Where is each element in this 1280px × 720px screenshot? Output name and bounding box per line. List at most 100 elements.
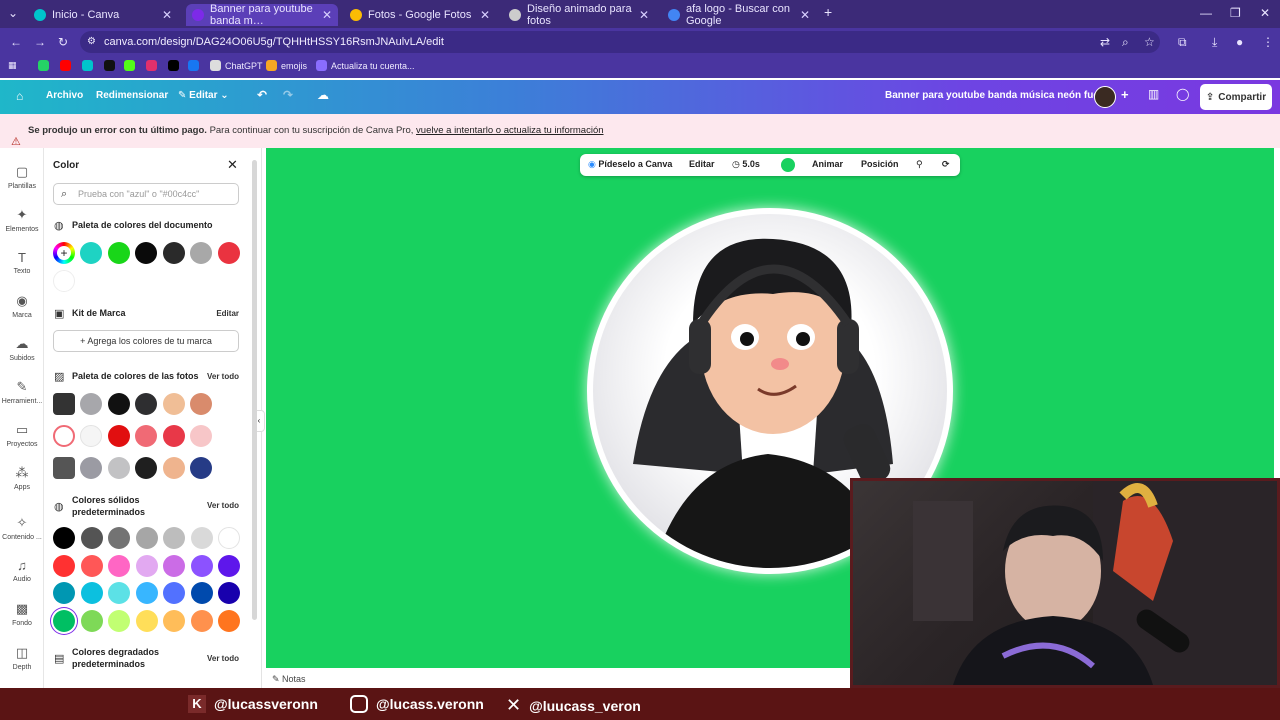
color-swatch[interactable]	[108, 609, 130, 632]
bookmark-facebook[interactable]	[188, 60, 199, 71]
color-swatch[interactable]	[190, 554, 213, 577]
tab-banner[interactable]: Banner para youtube banda m… ✕	[186, 3, 338, 27]
rail-audio[interactable]: ♫ Audio	[0, 558, 44, 583]
color-swatch[interactable]	[80, 393, 102, 415]
url-field[interactable]: ⚙ canva.com/design/DAG24O06U5g/TQHHtHSSY…	[80, 31, 1160, 53]
home-icon[interactable]: ⌂	[16, 89, 23, 103]
color-swatch[interactable]	[107, 393, 130, 415]
color-swatch[interactable]	[107, 242, 130, 264]
panel-scrollbar[interactable]	[252, 160, 257, 620]
color-swatch[interactable]	[135, 425, 157, 447]
color-swatch[interactable]	[135, 393, 157, 415]
color-swatch[interactable]	[163, 582, 185, 604]
photo-thumbnail[interactable]	[53, 393, 75, 415]
reload-icon[interactable]: ↻	[58, 35, 68, 49]
close-icon[interactable]: ✕	[639, 8, 649, 22]
rail-depth[interactable]: ◫ Depth	[0, 645, 44, 671]
swatch-white[interactable]	[53, 270, 75, 292]
close-window-icon[interactable]: ✕	[1260, 6, 1270, 20]
color-swatch[interactable]	[162, 242, 185, 264]
bookmark-youtube[interactable]	[60, 60, 71, 71]
background-color-button[interactable]	[781, 158, 795, 172]
file-menu[interactable]: Archivo	[46, 90, 83, 101]
extensions-icon[interactable]: ⧉	[1178, 35, 1187, 50]
restore-icon[interactable]: ❐	[1230, 6, 1241, 20]
rail-tools[interactable]: ✎ Herramient...	[0, 379, 44, 405]
profile-icon[interactable]: ●	[1236, 35, 1243, 49]
bookmark-emojis[interactable]: emojis	[266, 60, 307, 71]
color-swatch[interactable]	[135, 457, 157, 479]
edit-menu[interactable]: ✎ Editar ⌄	[178, 90, 229, 101]
bookmark-instagram[interactable]	[146, 60, 157, 71]
duration-button[interactable]: ◷ 5.0s	[732, 159, 760, 170]
see-all-gradient-link[interactable]: Ver todo	[207, 654, 239, 663]
close-icon[interactable]: ✕	[322, 8, 332, 22]
rail-text[interactable]: T Texto	[0, 250, 44, 275]
back-icon[interactable]: ←	[10, 35, 22, 49]
edit-button[interactable]: Editar	[689, 159, 715, 169]
close-icon[interactable]: ✕	[162, 8, 172, 22]
tab-animated-design[interactable]: Diseño animado para fotos ✕	[503, 3, 655, 27]
tab-canva-home[interactable]: Inicio - Canva ✕	[28, 4, 178, 26]
color-swatch[interactable]	[190, 527, 213, 549]
rail-projects[interactable]: ▭ Proyectos	[0, 422, 44, 448]
rail-apps[interactable]: ⁂ Apps	[0, 465, 44, 491]
position-button[interactable]: Posición	[861, 159, 899, 169]
color-swatch[interactable]	[135, 242, 157, 264]
undo-icon[interactable]: ↶	[257, 88, 267, 102]
color-swatch[interactable]	[80, 554, 103, 577]
add-color-button[interactable]: +	[53, 242, 75, 264]
color-swatch[interactable]	[190, 242, 212, 264]
bookmark-tiktok[interactable]	[104, 60, 115, 71]
color-search-input[interactable]: ⌕ Prueba con "azul" o "#00c4cc"	[53, 183, 239, 205]
color-swatch[interactable]	[107, 457, 130, 479]
color-swatch[interactable]	[162, 425, 185, 447]
brand-edit-link[interactable]: Editar	[216, 309, 239, 318]
color-swatch[interactable]	[163, 609, 185, 632]
paint-format-icon[interactable]: ⚲	[916, 159, 923, 170]
close-icon[interactable]: ✕	[227, 157, 238, 173]
resize-menu[interactable]: Redimensionar	[96, 90, 168, 101]
color-swatch[interactable]	[218, 609, 240, 632]
see-all-photos-link[interactable]: Ver todo	[207, 372, 239, 381]
color-swatch[interactable]	[135, 609, 158, 632]
color-swatch[interactable]	[163, 554, 185, 577]
color-swatch[interactable]	[80, 457, 102, 479]
bookmark-whatsapp[interactable]	[38, 60, 49, 71]
rail-templates[interactable]: ▢ Plantillas	[0, 164, 44, 190]
rail-content[interactable]: ✧ Contenido ...	[0, 515, 44, 541]
tab-google-search[interactable]: afa logo - Buscar con Google ✕	[662, 3, 816, 27]
new-tab-icon[interactable]: +	[824, 4, 832, 20]
color-swatch[interactable]	[107, 425, 130, 447]
color-swatch[interactable]	[217, 242, 240, 264]
bookmark-chatgpt[interactable]: ChatGPT	[210, 60, 263, 71]
bookmark-update-account[interactable]: Actualiza tu cuenta...	[316, 60, 415, 71]
swatch-white-ring[interactable]	[53, 425, 75, 447]
minimize-icon[interactable]: —	[1200, 6, 1212, 20]
color-swatch[interactable]	[162, 457, 185, 479]
animate-button[interactable]: Animar	[812, 159, 843, 169]
color-swatch[interactable]	[163, 527, 185, 549]
retry-payment-link[interactable]: vuelve a intentarlo o actualiza tu infor…	[416, 125, 603, 136]
color-swatch[interactable]	[80, 425, 102, 447]
bookmark-canva[interactable]	[82, 60, 93, 71]
forward-icon[interactable]: →	[34, 35, 46, 49]
apps-grid-icon[interactable]: ▦	[8, 60, 17, 71]
cloud-sync-icon[interactable]: ☁	[317, 88, 329, 102]
color-swatch[interactable]	[162, 393, 185, 415]
color-swatch[interactable]	[108, 554, 130, 577]
color-swatch[interactable]	[53, 582, 75, 604]
notes-bar[interactable]: ✎ Notas	[262, 670, 852, 688]
color-swatch[interactable]	[218, 527, 240, 549]
insights-icon[interactable]: ▥	[1148, 87, 1159, 101]
rail-brand[interactable]: ◉ Marca	[0, 293, 44, 319]
add-collaborator-icon[interactable]: +	[1121, 87, 1129, 102]
color-swatch[interactable]	[80, 609, 103, 632]
color-swatch[interactable]	[190, 609, 213, 632]
color-swatch-selected[interactable]	[53, 609, 75, 632]
color-swatch[interactable]	[135, 554, 158, 577]
site-info-icon[interactable]: ⚙	[87, 31, 96, 53]
color-swatch[interactable]	[190, 425, 212, 447]
rail-background[interactable]: ▩ Fondo	[0, 601, 44, 627]
color-swatch[interactable]	[53, 554, 75, 577]
